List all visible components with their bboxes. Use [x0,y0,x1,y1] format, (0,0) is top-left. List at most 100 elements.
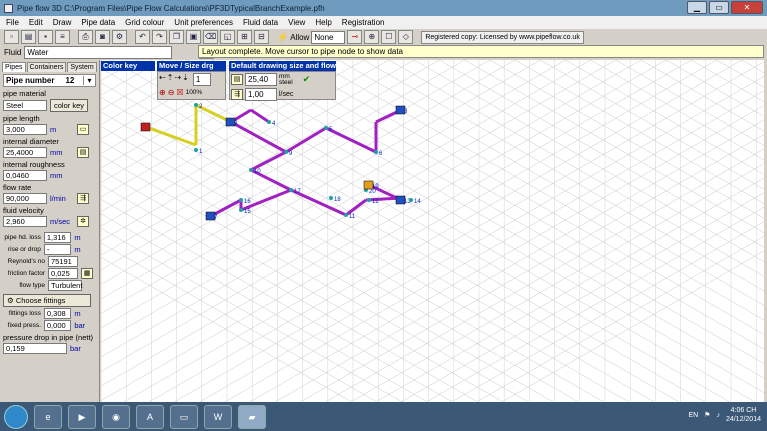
flag-icon[interactable]: ⚑ [704,411,710,419]
tank-icon[interactable] [140,122,151,132]
moody-chart-icon[interactable]: ▦ [81,268,93,279]
velocity-icon[interactable]: ✲ [77,216,89,227]
pipe-node[interactable] [367,198,371,202]
clock[interactable]: 4:06 CH 24/12/2014 [726,406,761,424]
menu-help[interactable]: Help [315,18,331,27]
move-left-icon[interactable]: ⇠ [159,73,166,86]
length-icon[interactable]: ▭ [77,124,89,135]
menu-grid-colour[interactable]: Grid colour [125,18,164,27]
internal-diameter-field[interactable]: 25,4000 [3,147,47,158]
fitting-icon[interactable]: ☐ [381,30,397,44]
minimize-button[interactable]: ▁ [687,1,707,14]
zoom-step-select[interactable]: 1 [192,73,211,86]
pipe-segment[interactable] [250,150,287,172]
word-icon[interactable]: W [204,404,232,429]
pipe-node[interactable] [239,198,243,202]
defaults-panel[interactable]: Default drawing size and flow [229,61,336,71]
menu-file[interactable]: File [6,18,19,27]
fluid-field[interactable]: Water [24,45,173,59]
pipe-material-field[interactable]: Steel [3,100,47,111]
check-icon[interactable]: ✔ [303,74,311,85]
menu-fluid-data[interactable]: Fluid data [243,18,278,27]
pipe-segment[interactable] [210,198,242,218]
zoom-out-icon[interactable]: ⊖ [168,88,175,97]
pipe-node[interactable] [249,168,253,172]
valve-icon[interactable]: ⊸ [347,30,363,44]
fluid-velocity-field[interactable]: 2,960 [3,216,47,227]
pipe-node[interactable] [344,213,348,217]
pipe-node[interactable] [324,126,328,130]
pipe-segment[interactable] [325,126,377,154]
camera-icon[interactable]: ◙ [95,30,110,44]
zoom-reset-icon[interactable]: ☒ [176,88,183,97]
report-icon[interactable]: ≡ [55,30,70,44]
allow-select[interactable]: None [311,30,346,44]
pipe-node[interactable] [239,208,243,212]
calculator-icon[interactable]: A [136,404,164,429]
default-flow-field[interactable]: 1,00 [245,88,277,101]
tab-containers[interactable]: Containers [26,62,67,72]
diameter-icon[interactable]: ▤ [77,147,89,158]
pipe-number-select[interactable]: Pipe number 12 ▾ [3,74,96,87]
pipe-node[interactable] [194,103,198,107]
move-down-icon[interactable]: ⇣ [182,73,189,86]
pipe-node[interactable] [409,198,413,202]
pipe-node[interactable] [289,188,293,192]
pump-icon[interactable]: ⊕ [364,30,380,44]
open-icon[interactable]: ▤ [21,30,36,44]
chevron-down-icon[interactable]: ▾ [83,76,95,85]
internal-roughness-field[interactable]: 0,0460 [3,170,47,181]
tab-pipes[interactable]: Pipes [2,62,26,72]
default-diameter-field[interactable]: 25,40 [245,73,277,86]
pipe-node[interactable] [194,148,198,152]
pipe-length-field[interactable]: 3,000 [3,124,47,135]
info-icon[interactable]: ◇ [398,30,414,44]
language-indicator[interactable]: EN [688,412,698,419]
menu-registration[interactable]: Registration [342,18,385,27]
pipe-node[interactable] [284,150,288,154]
fixed-pressure-field[interactable]: 0,000 [43,320,72,331]
tank-icon[interactable] [363,180,374,190]
move-size-panel[interactable]: Move / Size drg [157,61,226,71]
default-size-icon[interactable]: ▤ [231,74,243,85]
ie-icon[interactable]: e [34,404,62,429]
tab-system[interactable]: System [67,62,97,72]
maximize-button[interactable]: ▭ [709,1,729,14]
menu-pipe-data[interactable]: Pipe data [81,18,115,27]
pipe-join-icon[interactable]: ⊟ [254,30,269,44]
zoom-in-icon[interactable]: ⊕ [159,88,166,97]
firefox-icon[interactable]: ◉ [102,404,130,429]
pipe-segment[interactable] [345,198,367,217]
pipe-node[interactable] [329,196,333,200]
color-key-button[interactable]: color key [50,99,89,112]
menu-edit[interactable]: Edit [29,18,43,27]
flow-rate-field[interactable]: 90,000 [3,193,47,204]
pipe-node[interactable] [374,150,378,154]
settings-icon[interactable]: ⚙ [112,30,127,44]
menu-view[interactable]: View [288,18,305,27]
drawing-canvas[interactable]: 1 2 3 4 5 6 7 8 9 10 11 12 13 14 15 16 17 18 19 20 [101,60,764,402]
media-player-icon[interactable]: ▶ [68,404,96,429]
pipe-segment[interactable] [285,126,327,154]
move-up-icon[interactable]: ⇡ [167,73,174,86]
move-right-icon[interactable]: ⇢ [174,73,181,86]
print-icon[interactable]: ⎙ [78,30,93,44]
start-button[interactable] [4,404,28,429]
tank-icon[interactable] [205,211,216,221]
tank-icon[interactable] [395,105,406,115]
paste-icon[interactable]: ▣ [186,30,201,44]
pipe-node[interactable] [267,120,271,124]
save-icon[interactable]: ▪ [38,30,53,44]
redo-icon[interactable]: ↷ [152,30,167,44]
select-icon[interactable]: ◱ [220,30,235,44]
new-icon[interactable]: ▫ [4,30,19,44]
close-button[interactable]: ✕ [731,1,763,14]
choose-fittings-button[interactable]: ⚙ Choose fittings [3,294,91,307]
tank-icon[interactable] [225,117,236,127]
explorer-icon[interactable]: ▭ [170,404,198,429]
color-key-panel[interactable]: Color key [101,61,155,71]
pipe-flow-icon[interactable]: ▰ [238,404,266,429]
copy-icon[interactable]: ❐ [169,30,184,44]
default-flow-icon[interactable]: ⇶ [231,89,243,100]
flow-icon[interactable]: ⇶ [77,193,89,204]
